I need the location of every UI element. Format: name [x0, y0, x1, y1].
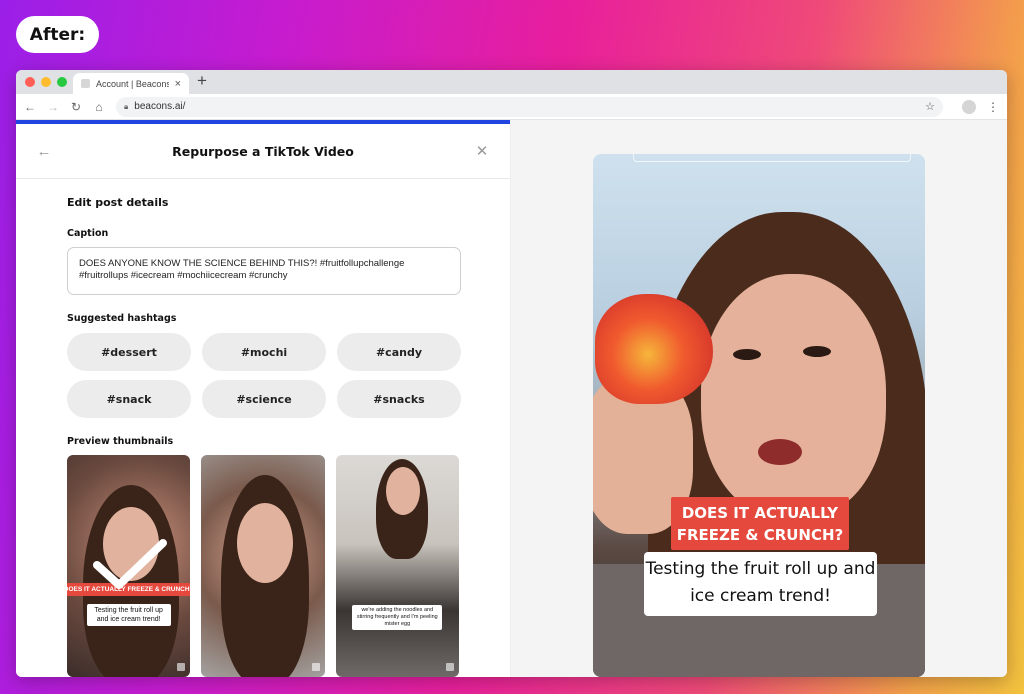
preview-overlay-bottom: Testing the fruit roll up and ice cream …: [644, 552, 877, 616]
video-preview-panel: DOES IT ACTUALLY FREEZE & CRUNCH? Testin…: [511, 120, 1007, 677]
hashtag-chip[interactable]: #dessert: [67, 333, 191, 371]
modal-header: ← Repurpose a TikTok Video ✕: [16, 124, 510, 179]
thumbnail[interactable]: we're adding the noodles and stirring fr…: [335, 455, 459, 677]
new-tab-icon[interactable]: +: [197, 71, 207, 91]
favicon-icon: [81, 79, 90, 88]
hashtag-list: #dessert #mochi #candy #snack #science #…: [67, 333, 461, 418]
browser-window: Account | Beacons × + ← → ↻ ⌂ 🔒︎ beacons…: [16, 70, 1007, 677]
thumbnail-corner-icon: [311, 663, 320, 671]
maximize-window-button[interactable]: [57, 77, 67, 87]
profile-avatar-icon[interactable]: [962, 99, 976, 114]
hashtag-chip[interactable]: #snacks: [337, 380, 461, 418]
selected-check-icon: [93, 539, 167, 589]
forward-icon[interactable]: →: [47, 100, 59, 114]
preview-image-fruit: [595, 294, 713, 404]
reload-icon[interactable]: ↻: [70, 100, 82, 114]
video-preview[interactable]: DOES IT ACTUALLY FREEZE & CRUNCH? Testin…: [593, 154, 925, 677]
modal-title: Repurpose a TikTok Video: [172, 143, 354, 159]
browser-menu-icon[interactable]: ⋮: [987, 100, 999, 114]
preview-top-bar: [633, 154, 911, 162]
preview-image-mouth: [758, 439, 802, 465]
tab-bar: Account | Beacons × +: [16, 70, 1007, 94]
browser-tab[interactable]: Account | Beacons ×: [73, 73, 189, 94]
suggested-hashtags-label: Suggested hashtags: [67, 313, 177, 324]
address-bar: ← → ↻ ⌂ 🔒︎ beacons.ai/ ☆ ⋮: [16, 94, 1007, 120]
hashtag-chip[interactable]: #candy: [337, 333, 461, 371]
repurpose-modal: ← Repurpose a TikTok Video ✕ Edit post d…: [16, 120, 511, 677]
minimize-window-button[interactable]: [41, 77, 51, 87]
bookmark-star-icon[interactable]: ☆: [925, 100, 935, 113]
home-icon[interactable]: ⌂: [93, 100, 105, 114]
hashtag-chip[interactable]: #mochi: [202, 333, 326, 371]
back-icon[interactable]: ←: [24, 100, 36, 114]
window-controls: [25, 77, 67, 87]
thumbnail[interactable]: [201, 455, 325, 677]
close-window-button[interactable]: [25, 77, 35, 87]
section-title: Edit post details: [67, 196, 169, 209]
thumbnail-list: DOES IT ACTUALLY FREEZE & CRUNCH? Testin…: [67, 455, 459, 677]
thumbnail-corner-icon: [445, 663, 454, 671]
thumbnail-selected[interactable]: DOES IT ACTUALLY FREEZE & CRUNCH? Testin…: [67, 455, 191, 677]
thumbnail-corner-icon: [177, 663, 186, 671]
thumbnail-overlay-bottom: we're adding the noodles and stirring fr…: [352, 605, 443, 630]
hashtag-chip[interactable]: #snack: [67, 380, 191, 418]
thumbnail-face: [385, 467, 420, 515]
url-text: beacons.ai/: [134, 101, 186, 112]
back-arrow-icon[interactable]: ←: [34, 143, 54, 160]
preview-image-eye: [733, 349, 761, 360]
page-content: ← Repurpose a TikTok Video ✕ Edit post d…: [16, 120, 1007, 677]
close-icon[interactable]: ✕: [472, 142, 492, 160]
preview-image-face: [701, 274, 886, 519]
tab-title: Account | Beacons: [96, 78, 169, 89]
thumbnail-face: [237, 503, 294, 583]
preview-image-eye: [803, 346, 831, 357]
preview-overlay-top: DOES IT ACTUALLY FREEZE & CRUNCH?: [671, 497, 849, 550]
caption-input[interactable]: DOES ANYONE KNOW THE SCIENCE BEHIND THIS…: [67, 247, 461, 295]
url-input[interactable]: 🔒︎ beacons.ai/ ☆: [116, 96, 943, 117]
close-tab-icon[interactable]: ×: [175, 78, 181, 90]
caption-label: Caption: [67, 228, 109, 239]
lock-icon: 🔒︎: [124, 101, 129, 111]
thumbnail-overlay-bottom: Testing the fruit roll up and ice cream …: [86, 604, 171, 626]
post-details-form: Edit post details Caption DOES ANYONE KN…: [16, 196, 510, 677]
preview-thumbnails-label: Preview thumbnails: [67, 436, 174, 447]
hashtag-chip[interactable]: #science: [202, 380, 326, 418]
after-badge: After:: [16, 16, 99, 53]
